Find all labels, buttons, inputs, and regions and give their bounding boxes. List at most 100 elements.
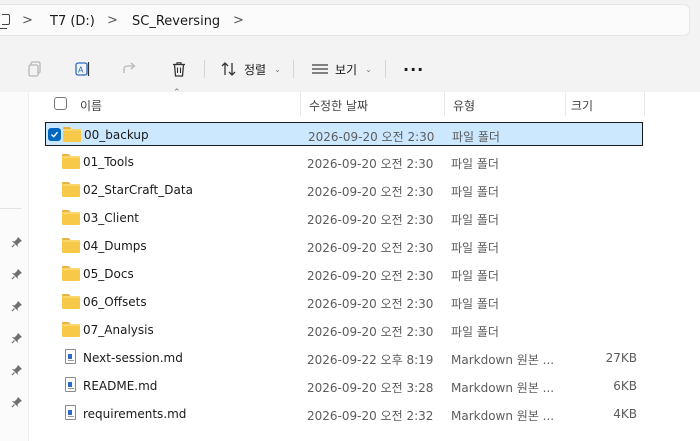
file-type: 파일 폴더 (451, 297, 499, 311)
file-type: 파일 폴더 (451, 241, 499, 255)
address-bar[interactable]: > T7 (D:) > SC_Reversing > (0, 4, 690, 36)
row-checkbox-checked[interactable] (48, 128, 61, 141)
folder-icon (62, 210, 80, 225)
view-button[interactable]: 보기 ⌄ (311, 56, 372, 82)
file-size: 4KB (613, 407, 637, 421)
file-name: README.md (83, 379, 158, 393)
folder-icon (62, 266, 80, 281)
file-type: Markdown 원본 ... (451, 353, 555, 367)
navigation-pane (0, 92, 29, 441)
column-divider[interactable] (444, 92, 445, 116)
file-date: 2026-09-20 오전 2:30 (307, 325, 434, 339)
folder-row[interactable]: 03_Client 2026-09-20 오전 2:30 파일 폴더 (45, 206, 643, 230)
folder-row[interactable]: 07_Analysis 2026-09-20 오전 2:30 파일 폴더 (45, 318, 643, 342)
more-options-button[interactable]: ··· (403, 56, 424, 82)
file-type: 파일 폴더 (451, 213, 499, 227)
trash-icon[interactable] (168, 58, 190, 80)
folder-row[interactable]: 05_Docs 2026-09-20 오전 2:30 파일 폴더 (45, 262, 643, 286)
command-bar: A 정렬 ⌄ 보기 ⌄ ··· (0, 44, 700, 92)
folder-icon (62, 322, 80, 337)
file-type: 파일 폴더 (451, 269, 499, 283)
pin-icon[interactable] (11, 300, 23, 312)
file-name: 06_Offsets (83, 295, 147, 309)
file-name: 07_Analysis (83, 323, 154, 337)
pin-icon[interactable] (11, 364, 23, 376)
breadcrumb-item-folder[interactable]: SC_Reversing (132, 14, 220, 29)
view-icon (312, 64, 328, 74)
file-type: Markdown 원본 ... (451, 381, 555, 395)
toolbar-divider (385, 60, 386, 78)
file-name: 02_StarCraft_Data (83, 183, 193, 197)
file-date: 2026-09-20 오전 3:28 (307, 381, 434, 395)
column-header-row: 이름 ⌃ 수정한 날짜 유형 크기 (30, 88, 700, 116)
breadcrumb-separator-icon[interactable]: > (107, 13, 118, 28)
file-date: 2026-09-20 오전 2:30 (307, 297, 434, 311)
file-name: 01_Tools (83, 155, 134, 169)
folder-row[interactable]: 00_backup 2026-09-20 오전 2:30 파일 폴더 (45, 122, 643, 146)
file-name: Next-session.md (83, 351, 183, 365)
folder-row[interactable]: 01_Tools 2026-09-20 오전 2:30 파일 폴더 (45, 150, 643, 174)
file-name: 03_Client (83, 211, 140, 225)
folder-icon (62, 238, 80, 253)
file-date: 2026-09-20 오전 2:30 (307, 185, 434, 199)
pin-icon[interactable] (11, 396, 23, 408)
file-size: 6KB (613, 379, 637, 393)
column-header-size[interactable]: 크기 (571, 97, 593, 114)
file-type: 파일 폴더 (451, 157, 499, 171)
svg-text:A: A (78, 66, 84, 75)
breadcrumb-separator-icon[interactable]: > (22, 13, 33, 28)
select-all-checkbox[interactable] (54, 97, 67, 110)
pin-icon[interactable] (11, 268, 23, 280)
folder-row[interactable]: 06_Offsets 2026-09-20 오전 2:30 파일 폴더 (45, 290, 643, 314)
file-row[interactable]: requirements.md 2026-09-20 오전 2:32 Markdow… (45, 402, 643, 426)
chevron-down-icon: ⌄ (365, 64, 372, 74)
sort-button[interactable]: 정렬 ⌄ (220, 56, 281, 82)
breadcrumb-item-drive[interactable]: T7 (D:) (50, 14, 95, 29)
breadcrumb-expand-icon[interactable]: > (233, 13, 244, 28)
column-header-name[interactable]: 이름 (80, 97, 102, 114)
column-header-date[interactable]: 수정한 날짜 (309, 97, 368, 114)
pin-icon[interactable] (11, 332, 23, 344)
file-list: 이름 ⌃ 수정한 날짜 유형 크기 00_backup 2026-09-20 오전… (30, 88, 700, 441)
column-divider[interactable] (565, 92, 566, 116)
sort-ascending-icon: ⌃ (173, 88, 181, 98)
folder-row[interactable]: 02_StarCraft_Data 2026-09-20 오전 2:30 파일 폴더 (45, 178, 643, 202)
toolbar-divider (204, 60, 205, 78)
file-row[interactable]: Next-session.md 2026-09-22 오후 8:19 Markdow… (45, 346, 643, 370)
copy-icon[interactable] (24, 58, 46, 80)
file-name: 04_Dumps (83, 239, 147, 253)
markdown-file-icon (62, 377, 80, 393)
chevron-down-icon: ⌄ (274, 64, 281, 74)
file-type: Markdown 원본 ... (451, 409, 555, 423)
pin-icon[interactable] (11, 236, 23, 248)
folder-icon (62, 154, 80, 169)
column-header-type[interactable]: 유형 (453, 97, 475, 114)
file-name: requirements.md (83, 407, 187, 421)
column-divider[interactable] (300, 92, 301, 116)
file-type: 파일 폴더 (451, 185, 499, 199)
column-divider[interactable] (644, 92, 645, 116)
file-type: 파일 폴더 (452, 130, 500, 144)
rename-icon[interactable]: A (72, 58, 94, 80)
file-row[interactable]: README.md 2026-09-20 오전 3:28 Markdown 원본 .… (45, 374, 643, 398)
file-name: 05_Docs (83, 267, 134, 281)
file-type: 파일 폴더 (451, 325, 499, 339)
file-date: 2026-09-20 오전 2:30 (307, 269, 434, 283)
folder-icon (63, 127, 81, 142)
file-date: 2026-09-20 오전 2:30 (307, 157, 434, 171)
file-date: 2026-09-20 오전 2:30 (307, 241, 434, 255)
file-size: 27KB (605, 351, 637, 365)
this-pc-icon[interactable] (0, 14, 10, 29)
folder-icon (62, 182, 80, 197)
view-label: 보기 (335, 62, 358, 77)
sort-icon (221, 62, 236, 76)
toolbar-divider (293, 60, 294, 78)
checkmark-icon (51, 131, 59, 138)
file-name: 00_backup (84, 128, 149, 142)
file-date: 2026-09-20 오전 2:30 (308, 130, 435, 144)
address-bar-area: > T7 (D:) > SC_Reversing > (0, 0, 700, 44)
file-date: 2026-09-20 오전 2:30 (307, 213, 434, 227)
folder-icon (62, 294, 80, 309)
folder-row[interactable]: 04_Dumps 2026-09-20 오전 2:30 파일 폴더 (45, 234, 643, 258)
share-icon[interactable] (119, 58, 141, 80)
